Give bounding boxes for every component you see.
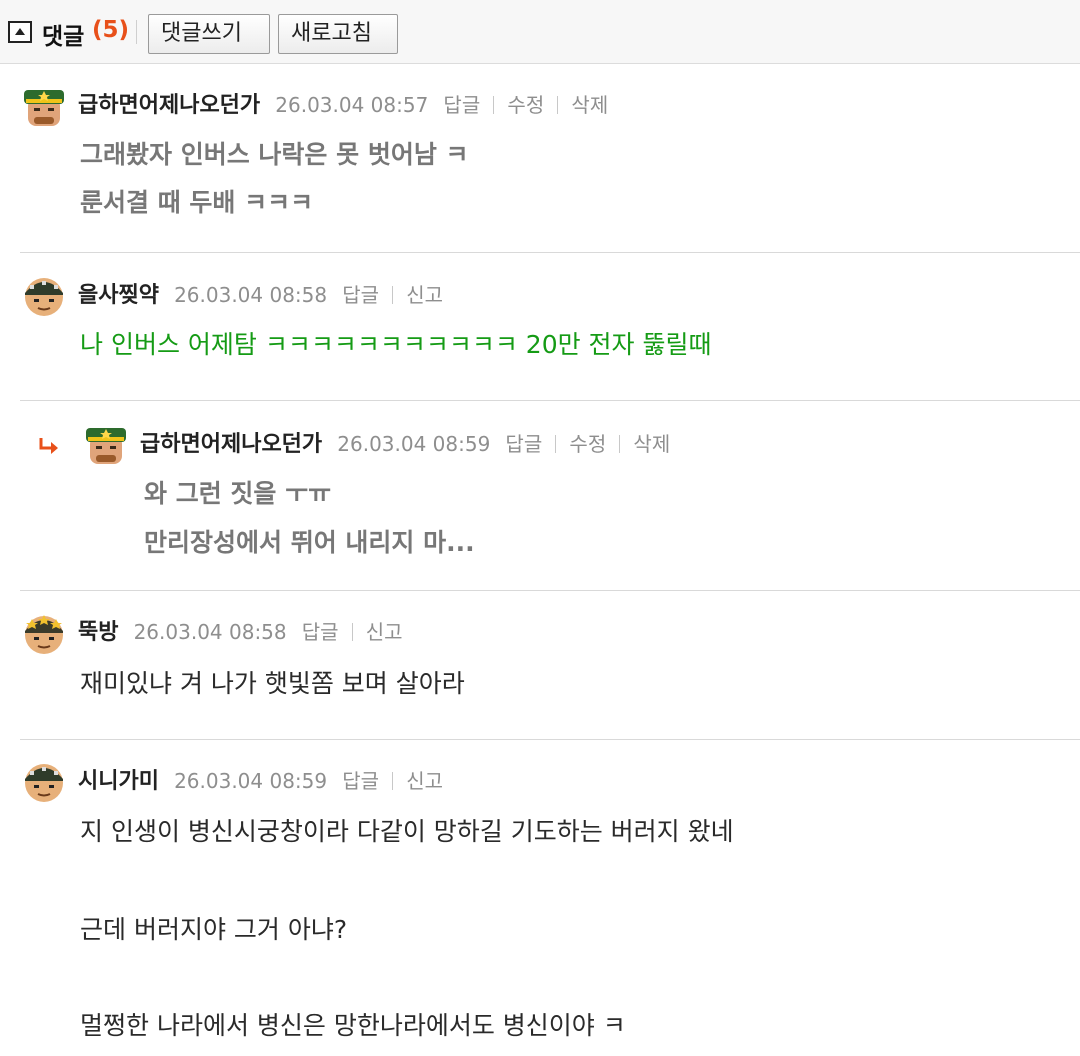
- comment-text-line: 만리장성에서 뛰어 내리지 마...: [144, 528, 475, 557]
- avatar-general-icon: [24, 90, 64, 126]
- avatar-soldier-icon: [25, 278, 63, 316]
- avatar: [82, 422, 130, 470]
- reply-link[interactable]: 답글: [342, 283, 379, 307]
- write-comment-button[interactable]: 댓글쓰기: [148, 14, 270, 54]
- delete-link[interactable]: 삭제: [571, 93, 608, 117]
- comment-divider: [20, 590, 1080, 591]
- avatar-soldier-icon: [25, 615, 63, 654]
- comment-nickname[interactable]: 뚝방: [78, 620, 118, 645]
- comment-nickname[interactable]: 급하면어제나오던가: [78, 93, 260, 118]
- comment-text-line: 근데 버러지야 그거 아냐?: [80, 915, 348, 944]
- action-divider: [557, 96, 559, 114]
- comment-date: 26.03.04 08:58: [133, 620, 287, 644]
- report-link[interactable]: 신고: [406, 769, 443, 793]
- edit-link[interactable]: 수정: [569, 432, 606, 456]
- delete-link[interactable]: 삭제: [633, 432, 670, 456]
- avatar: [20, 271, 68, 319]
- reply-link[interactable]: 답글: [505, 432, 542, 456]
- avatar: [20, 757, 68, 805]
- toolbar-divider: [136, 20, 137, 44]
- comment-text-line: 그래봤자 인버스 나락은 못 벗어남 ㅋ: [80, 140, 469, 169]
- report-link[interactable]: 신고: [366, 620, 403, 644]
- comment-date: 26.03.04 08:58: [174, 283, 328, 307]
- action-divider: [392, 772, 394, 790]
- comment-date: 26.03.04 08:59: [337, 432, 491, 456]
- action-divider: [351, 623, 353, 641]
- action-divider: [392, 286, 394, 304]
- comment-nickname[interactable]: 급하면어제나오던가: [140, 432, 322, 457]
- comment-text-line: 나 인버스 어제탐 ㅋㅋㅋㅋㅋㅋㅋㅋㅋㅋㅋ 20만 전자 뚫릴때: [80, 330, 712, 359]
- comment-divider: [20, 252, 1080, 253]
- avatar-soldier-icon: [25, 764, 63, 802]
- comment-nickname[interactable]: 시니가미: [78, 769, 159, 794]
- comment-date: 26.03.04 08:59: [174, 769, 328, 793]
- comment-nickname[interactable]: 을사찢약: [78, 283, 159, 308]
- comment-date: 26.03.04 08:57: [275, 93, 429, 117]
- comment-toolbar: 댓글 (5) 댓글쓰기 새로고침: [0, 0, 1080, 64]
- avatar-general-icon: [86, 428, 126, 464]
- report-link[interactable]: 신고: [406, 283, 443, 307]
- comment-text-line: 멀쩡한 나라에서 병신은 망한나라에서도 병신이야 ㅋ: [80, 1011, 626, 1040]
- comment-text-line: 재미있냐 겨 나가 햇빛쫌 보며 살아라: [80, 669, 465, 698]
- reply-link[interactable]: 답글: [342, 769, 379, 793]
- action-divider: [493, 96, 495, 114]
- reply-arrow-icon: [39, 438, 58, 454]
- refresh-button[interactable]: 새로고침: [278, 14, 398, 54]
- avatar: [20, 609, 68, 657]
- reply-link[interactable]: 답글: [302, 620, 339, 644]
- comment-count: (5): [92, 17, 130, 43]
- comments-title: 댓글: [42, 24, 85, 50]
- comment-text-line: 지 인생이 병신시궁창이라 다같이 망하길 기도하는 버러지 왔네: [80, 817, 734, 846]
- action-divider: [555, 435, 557, 453]
- reply-link[interactable]: 답글: [443, 93, 480, 117]
- comment-text-line: 와 그런 짓을 ㅜㅠ: [144, 479, 332, 508]
- action-divider: [619, 435, 621, 453]
- comment-text-line: 룬서결 때 두배 ㅋㅋㅋ: [80, 188, 314, 217]
- comment-divider: [20, 739, 1080, 740]
- avatar: [20, 84, 68, 132]
- edit-link[interactable]: 수정: [507, 93, 544, 117]
- comment-divider: [20, 400, 1080, 401]
- collapse-toggle-icon[interactable]: [8, 21, 32, 43]
